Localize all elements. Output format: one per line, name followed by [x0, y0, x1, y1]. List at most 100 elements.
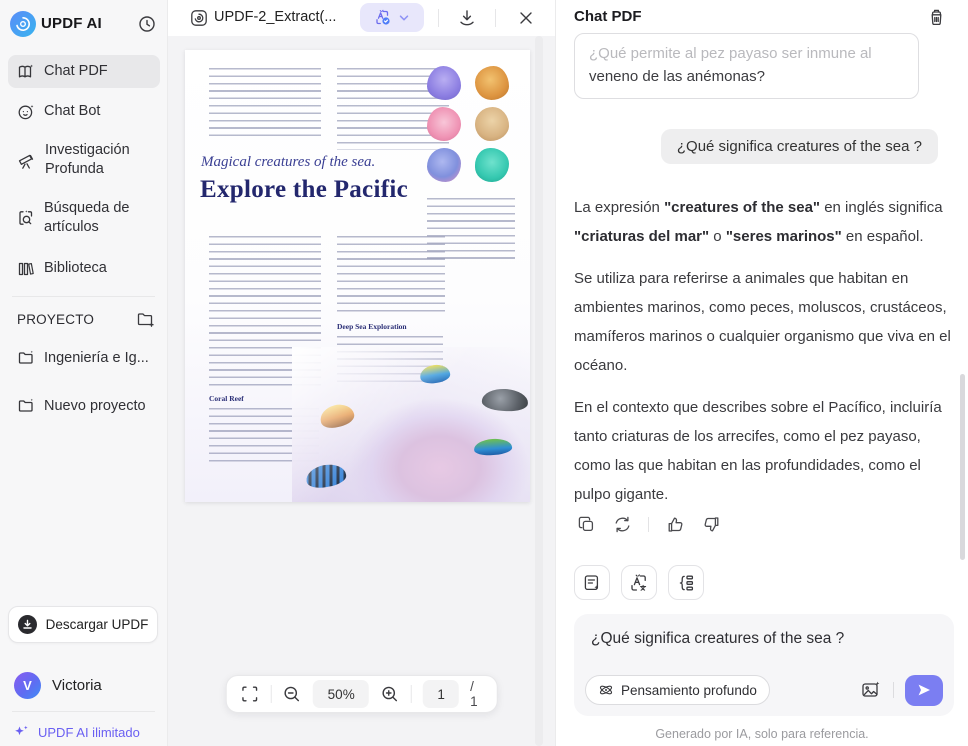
answer-actions — [576, 514, 721, 534]
send-icon — [918, 684, 930, 696]
pdf-file-icon — [189, 8, 209, 28]
telescope-icon — [18, 154, 34, 169]
pdf-viewer-panel: UPDF-2_Extract(... Magical creatures of … — [168, 0, 555, 746]
image-upload-icon[interactable] — [860, 679, 882, 701]
sidebar-item-library[interactable]: Biblioteca — [8, 252, 160, 285]
document-tab-title[interactable]: UPDF-2_Extract(... — [214, 9, 336, 25]
coral-illustrations — [427, 66, 511, 182]
zoom-in-icon[interactable] — [380, 683, 400, 705]
zoom-level[interactable]: 50% — [313, 680, 370, 708]
text-segment: o — [709, 228, 726, 245]
new-folder-icon[interactable] — [136, 310, 155, 329]
pdf-section-heading: Coral Reef — [209, 394, 244, 403]
text-lines — [337, 236, 445, 312]
book-chat-icon — [18, 64, 33, 77]
suggested-question-line1: ¿Qué permite al pez payaso ser inmune al — [589, 45, 872, 62]
bot-face-icon — [18, 104, 34, 119]
send-button[interactable] — [905, 674, 943, 706]
coral-blue-pink — [427, 148, 461, 182]
sidebar-item-chat-bot[interactable]: Chat Bot — [8, 95, 160, 128]
sidebar-item-label: Nuevo proyecto — [44, 397, 146, 414]
viewer-scrollbar[interactable] — [535, 36, 543, 746]
tabbar-divider — [495, 9, 496, 27]
history-icon[interactable] — [137, 14, 157, 34]
sidebar-project-nuevo[interactable]: Nuevo proyecto — [8, 390, 160, 422]
chat-scrollbar[interactable] — [960, 374, 965, 560]
zoom-out-icon[interactable] — [282, 683, 302, 705]
actions-divider — [648, 516, 649, 532]
sidebar-header: UPDF AI — [0, 8, 167, 42]
coral-pink-branch — [427, 107, 461, 141]
folder-icon — [18, 350, 33, 364]
user-account[interactable]: V Victoria — [14, 670, 102, 700]
download-updf-label: Descargar UPDF — [45, 617, 149, 632]
sidebar-item-label: Chat Bot — [44, 103, 101, 119]
sidebar-item-chat-pdf[interactable]: Chat PDF — [8, 55, 160, 88]
text-segment: "creatures of the sea" — [664, 199, 821, 216]
toolbar-divider — [411, 685, 413, 703]
sidebar-divider — [12, 711, 155, 712]
project-section-header: PROYECTO — [17, 308, 155, 330]
suggested-question-card[interactable]: ¿Qué permite al pez payaso ser inmune al… — [574, 33, 919, 99]
suggested-question-line2: veneno de las anémonas? — [589, 68, 765, 85]
page-number-input[interactable]: 1 — [423, 680, 460, 708]
project-section-label: PROYECTO — [17, 311, 95, 327]
coral-teal — [475, 148, 509, 182]
fit-page-icon[interactable] — [239, 683, 259, 705]
deep-thinking-label: Pensamiento profundo — [621, 682, 757, 698]
sidebar-item-label: Búsqueda de artículos — [44, 200, 130, 235]
copy-icon[interactable] — [576, 514, 596, 534]
ai-answer: La expresión "creatures of the sea" en i… — [574, 193, 954, 522]
download-circle-icon — [17, 615, 37, 634]
translate-tool-button[interactable] — [621, 565, 657, 600]
input-divider — [893, 682, 894, 698]
sidebar-divider — [12, 296, 155, 297]
thumbs-up-icon[interactable] — [665, 514, 685, 534]
text-segment: en inglés significa — [820, 199, 943, 216]
sidebar-item-label: Investigación Profunda — [45, 142, 130, 177]
answer-paragraph: La expresión "creatures of the sea" en i… — [574, 193, 954, 251]
coral-orange — [475, 66, 509, 100]
text-segment: en español. — [841, 228, 924, 245]
updf-logo-icon — [10, 11, 36, 37]
regenerate-icon[interactable] — [612, 514, 632, 534]
deep-thinking-toggle[interactable]: Pensamiento profundo — [585, 675, 770, 705]
sidebar-item-deep-research[interactable]: Investigación Profunda — [8, 138, 160, 182]
sidebar-item-article-search[interactable]: Búsqueda de artículos — [8, 196, 160, 240]
mindmap-tool-button[interactable] — [668, 565, 704, 600]
download-updf-button[interactable]: Descargar UPDF — [8, 606, 158, 643]
pdf-viewer-canvas[interactable]: Magical creatures of the sea. Explore th… — [168, 36, 555, 746]
sidebar-project-ingenieria[interactable]: Ingeniería e Ig... — [8, 342, 160, 374]
input-toolbar: Pensamiento profundo — [585, 674, 943, 706]
summarize-tool-button[interactable] — [574, 565, 610, 600]
chat-input-box[interactable]: ¿Qué significa creatures of the sea ? Pe… — [574, 614, 954, 716]
sparkle-icon — [15, 725, 28, 736]
clear-chat-icon[interactable] — [926, 7, 948, 29]
article-search-icon — [19, 210, 33, 225]
translate-mode-button[interactable] — [360, 3, 424, 32]
document-tab-bar: UPDF-2_Extract(... — [168, 0, 555, 36]
plan-label: UPDF AI ilimitado — [38, 724, 140, 740]
pdf-title: Explore the Pacific — [200, 176, 408, 203]
summary-doc-icon — [584, 574, 599, 590]
sidebar-item-label: Ingeniería e Ig... — [44, 349, 149, 366]
toolbar-divider — [270, 685, 272, 703]
avatar: V — [14, 671, 41, 699]
library-icon — [18, 262, 34, 275]
answer-paragraph: En el contexto que describes sobre el Pa… — [574, 399, 942, 503]
plan-link[interactable]: UPDF AI ilimitado — [14, 724, 140, 740]
user-name: Victoria — [52, 676, 102, 694]
sidebar: UPDF AI Chat PDF Chat Bot Investigación … — [0, 0, 168, 746]
pdf-subtitle: Magical creatures of the sea. — [201, 154, 376, 170]
folder-icon — [18, 398, 33, 412]
thumbs-down-icon[interactable] — [701, 514, 721, 534]
input-right-actions — [860, 674, 943, 706]
tabbar-divider — [438, 9, 439, 27]
chat-input-value[interactable]: ¿Qué significa creatures of the sea ? — [591, 628, 938, 650]
atom-icon — [599, 685, 613, 695]
page-total: / 1 — [470, 679, 478, 709]
text-lines — [209, 68, 321, 136]
download-document-icon[interactable] — [456, 7, 478, 29]
updf-ai-app: UPDF AI Chat PDF Chat Bot Investigación … — [0, 0, 968, 746]
close-document-icon[interactable] — [515, 7, 537, 29]
